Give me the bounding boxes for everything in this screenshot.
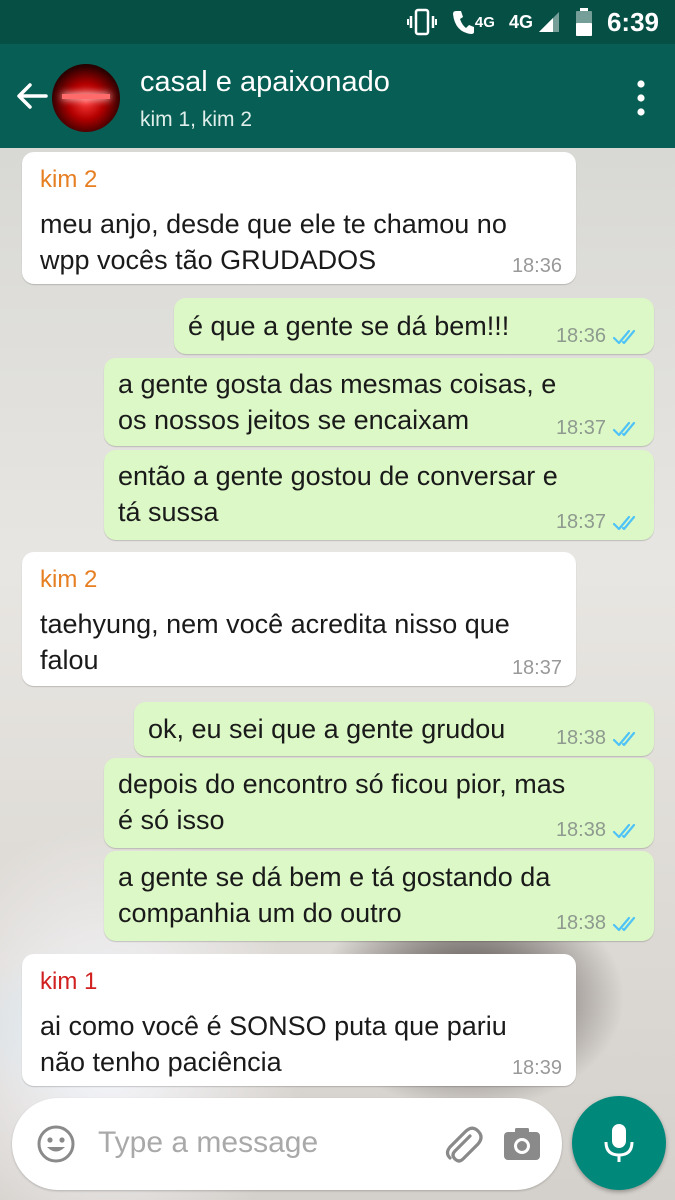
sender-name: kim 2 [40, 566, 98, 593]
message-time: 18:39 [511, 1057, 562, 1079]
status-bar: 4G 4G 6:39 [0, 0, 675, 44]
read-receipt-icon [612, 731, 636, 746]
message-line: taehyung, nem você acredita nisso que [40, 609, 510, 639]
message-meta: 18:37 [512, 657, 562, 680]
message-time: 18:38 [555, 727, 606, 749]
message-meta: 18:37 [556, 511, 640, 534]
message-line: então a gente gostou de conversar e [118, 461, 558, 491]
message-text: taehyung, nem você acredita nisso que fa… [40, 606, 510, 678]
message-line: a gente se dá bem e tá gostando da [118, 862, 551, 892]
message-line: os nossos jeitos se encaixam [118, 405, 470, 435]
outgoing-message[interactable]: é que a gente se dá bem!!! 18:36 [174, 298, 654, 354]
message-line: depois do encontro só ficou pior, mas [118, 769, 566, 799]
microphone-icon [604, 1124, 634, 1162]
network-type-label: 4G [474, 13, 495, 31]
message-text: é que a gente se dá bem!!! [188, 308, 509, 344]
message-time: 18:38 [555, 819, 606, 841]
message-meta: 18:37 [556, 417, 640, 440]
message-line: é que a gente se dá bem!!! [188, 311, 510, 341]
message-time: 18:37 [511, 657, 562, 679]
outgoing-message[interactable]: a gente gosta das mesmas coisas, e os no… [104, 358, 654, 446]
message-line: meu anjo, desde que ele te chamou no [40, 209, 507, 239]
incoming-message[interactable]: kim 2 taehyung, nem você acredita nisso … [22, 552, 576, 686]
message-time: 18:38 [555, 912, 606, 934]
read-receipt-icon [612, 515, 636, 530]
message-text: depois do encontro só ficou pior, mas é … [118, 766, 565, 838]
sender-name: kim 1 [40, 968, 98, 995]
outgoing-message[interactable]: a gente se dá bem e tá gostando da compa… [104, 851, 654, 941]
message-composer[interactable]: Type a message [12, 1098, 562, 1190]
message-time: 18:37 [555, 417, 606, 439]
message-line: não tenho paciência [40, 1047, 282, 1077]
message-text: a gente gosta das mesmas coisas, e os no… [118, 366, 556, 438]
message-meta: 18:38 [556, 912, 640, 935]
incoming-message[interactable]: kim 1 ai como você é SONSO puta que pari… [22, 954, 576, 1086]
outgoing-message[interactable]: então a gente gostou de conversar e tá s… [104, 450, 654, 540]
more-options-icon[interactable] [637, 80, 645, 116]
message-meta: 18:36 [556, 325, 640, 348]
camera-icon[interactable] [502, 1124, 542, 1164]
read-receipt-icon [612, 329, 636, 344]
battery-icon [575, 8, 592, 36]
chat-title[interactable]: casal e apaixonado [140, 66, 390, 99]
clock-time: 6:39 [606, 6, 659, 37]
chat-participants[interactable]: kim 1, kim 2 [140, 108, 252, 132]
message-input[interactable]: Type a message [98, 1126, 318, 1160]
message-text: ok, eu sei que a gente grudou [148, 711, 505, 747]
read-receipt-icon [612, 823, 636, 838]
message-time: 18:36 [511, 255, 562, 277]
message-line: wpp vocês tão GRUDADOS [40, 245, 377, 275]
chat-header: casal e apaixonado kim 1, kim 2 [0, 44, 675, 148]
emoji-icon[interactable] [36, 1124, 76, 1164]
message-line: ok, eu sei que a gente grudou [148, 714, 506, 744]
read-receipt-icon [612, 916, 636, 931]
message-time: 18:36 [555, 325, 606, 347]
message-text: ai como você é SONSO puta que pariu não … [40, 1008, 507, 1080]
outgoing-message[interactable]: depois do encontro só ficou pior, mas é … [104, 758, 654, 848]
message-line: falou [40, 645, 99, 675]
outgoing-message[interactable]: ok, eu sei que a gente grudou 18:38 [134, 702, 654, 756]
vibrate-icon [406, 8, 437, 36]
message-time: 18:37 [555, 511, 606, 533]
message-list: kim 2 meu anjo, desde que ele te chamou … [0, 148, 675, 1200]
voice-record-button[interactable] [572, 1096, 666, 1190]
network-type-label: 4G [508, 11, 533, 32]
message-meta: 18:38 [556, 819, 640, 842]
sender-name: kim 2 [40, 166, 98, 193]
message-line: tá sussa [118, 497, 219, 527]
paperclip-icon[interactable] [440, 1122, 484, 1166]
message-text: a gente se dá bem e tá gostando da compa… [118, 859, 550, 931]
message-meta: 18:39 [512, 1057, 562, 1080]
message-meta: 18:38 [556, 727, 640, 750]
message-text: então a gente gostou de conversar e tá s… [118, 458, 558, 530]
read-receipt-icon [612, 421, 636, 436]
signal-icon [538, 12, 559, 32]
message-line: ai como você é SONSO puta que pariu [40, 1011, 507, 1041]
message-line: é só isso [118, 805, 225, 835]
message-line: a gente gosta das mesmas coisas, e [118, 369, 557, 399]
message-meta: 18:36 [512, 255, 562, 278]
back-arrow-icon[interactable] [14, 78, 50, 114]
incoming-message[interactable]: kim 2 meu anjo, desde que ele te chamou … [22, 152, 576, 284]
group-avatar[interactable] [52, 64, 120, 132]
call-icon [452, 11, 474, 34]
message-line: companhia um do outro [118, 898, 402, 928]
message-text: meu anjo, desde que ele te chamou no wpp… [40, 206, 507, 278]
